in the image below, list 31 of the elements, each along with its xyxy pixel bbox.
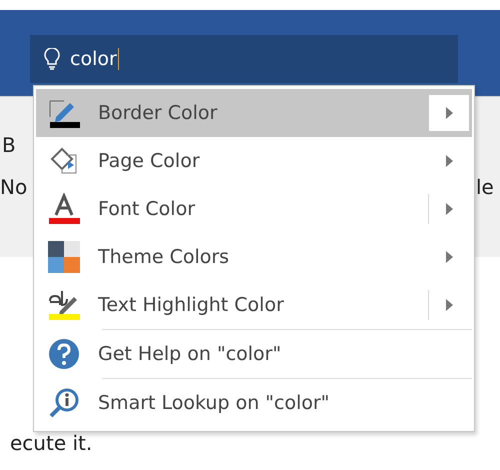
menu-item[interactable]: Smart Lookup on "color" (36, 379, 472, 427)
menu-item[interactable]: Theme Colors (36, 233, 472, 281)
menu-item-label: Border Color (97, 102, 218, 124)
triangle-right-icon (446, 155, 452, 167)
menu-item-label: Theme Colors (97, 246, 230, 268)
menu-item-label: Font Color (97, 198, 196, 220)
ribbon-label: B (2, 133, 16, 157)
menu-item-label: Get Help on "color" (97, 343, 282, 365)
triangle-right-icon (446, 299, 452, 311)
menu-item[interactable]: Get Help on "color" (36, 330, 472, 378)
font-color-icon (48, 193, 80, 225)
document-text: ecute it. (10, 431, 92, 455)
lightbulb-icon (44, 48, 60, 70)
menu-item[interactable]: Page Color (36, 137, 472, 185)
triangle-right-icon (446, 107, 452, 119)
menu-item-label: Text Highlight Color (97, 294, 285, 316)
triangle-right-icon (446, 203, 452, 215)
ribbon-label: le (476, 175, 494, 199)
menu-item[interactable]: Text Highlight Color (36, 281, 472, 329)
smart-lookup-icon (48, 387, 80, 419)
triangle-right-icon (446, 251, 452, 263)
search-field[interactable]: color (30, 35, 458, 83)
submenu-arrow-button[interactable] (429, 95, 469, 131)
menu-item-label: Page Color (97, 150, 201, 172)
menu-item[interactable]: Font Color (36, 185, 472, 233)
ribbon-label: No (0, 175, 28, 199)
highlighter-icon (48, 289, 80, 321)
theme-colors-icon (48, 241, 80, 273)
menu-item[interactable]: Border Color (36, 89, 472, 137)
menu-item-label: Smart Lookup on "color" (97, 392, 331, 414)
help-icon (48, 338, 80, 370)
